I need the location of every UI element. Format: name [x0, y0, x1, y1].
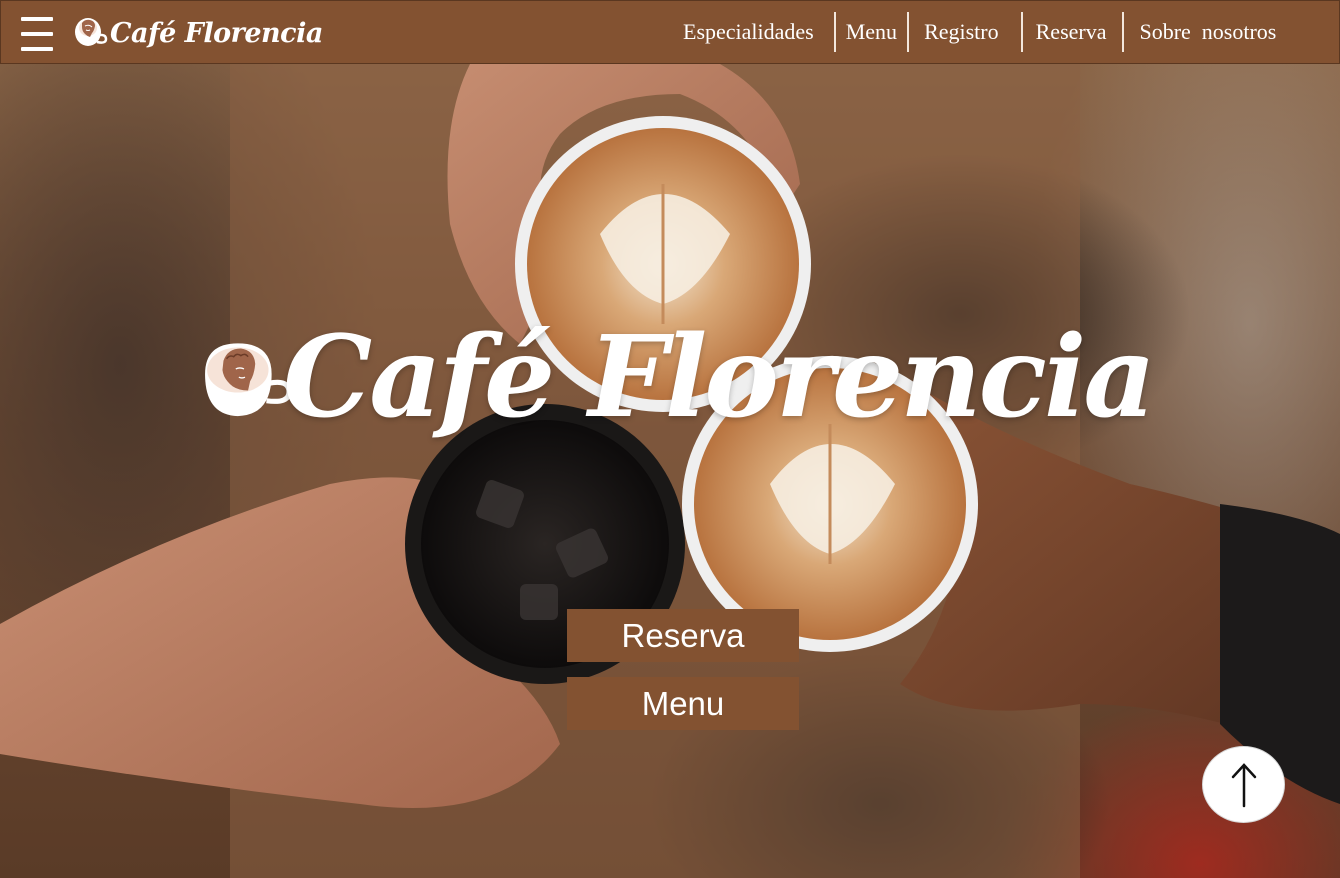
nav-reserva[interactable]: Reserva [1023, 12, 1123, 52]
hero-background-image [0, 64, 1340, 878]
brand-name: Café Florencia [110, 17, 323, 49]
scroll-to-top-button[interactable] [1202, 746, 1285, 823]
nav-registro[interactable]: Registro [909, 12, 1021, 52]
menu-button[interactable]: Menu [567, 677, 799, 730]
arrow-up-icon [1231, 762, 1256, 807]
hamburger-menu-icon[interactable] [21, 15, 53, 53]
nav-sobre-nosotros[interactable]: Sobre nosotros [1124, 12, 1290, 52]
coffee-toast-photo [0, 64, 1340, 878]
hero-logo: Café Florencia [203, 300, 1156, 460]
cup-with-david-head-icon [205, 342, 292, 416]
nav-especialidades[interactable]: Especialidades [669, 12, 834, 52]
nav-menu[interactable]: Menu [836, 12, 907, 52]
top-navigation-bar: Café Florencia Especialidades Menu Regis… [0, 0, 1340, 64]
main-nav: Especialidades Menu Registro Reserva Sob… [669, 12, 1290, 52]
brand-logo[interactable]: Café Florencia [74, 15, 323, 51]
reserva-button[interactable]: Reserva [567, 609, 799, 662]
cup-with-david-head-icon [75, 18, 108, 46]
hero-title: Café Florencia [283, 311, 1156, 443]
